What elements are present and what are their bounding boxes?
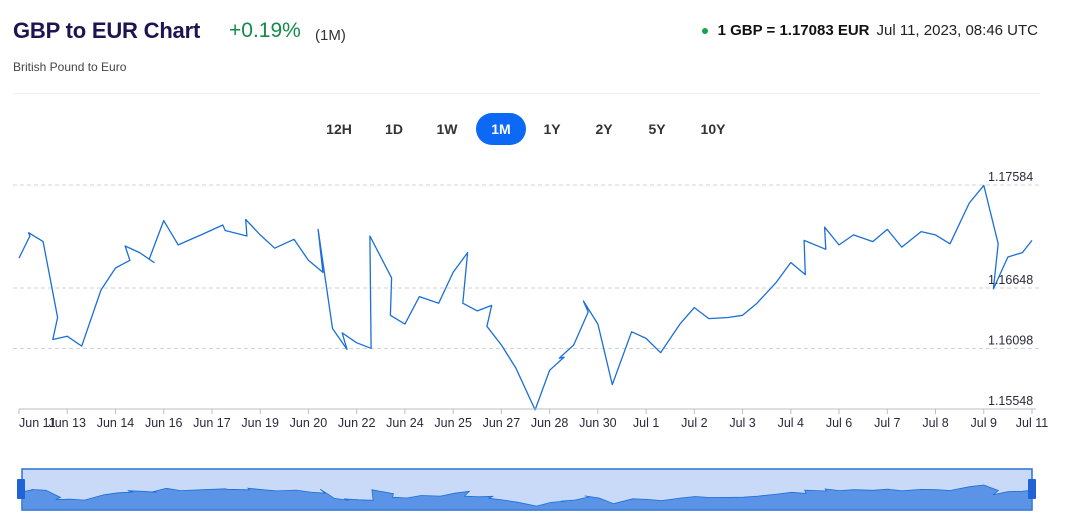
- x-tick-label: Jun 19: [241, 416, 279, 430]
- period-button-5y[interactable]: 5Y: [643, 113, 671, 145]
- chart-subtitle: British Pound to Euro: [13, 60, 127, 74]
- period-label: (1M): [315, 27, 346, 44]
- y-tick-label: 1.16098: [988, 333, 1033, 347]
- chart-series: [18, 184, 1033, 411]
- x-tick-label: Jun 20: [290, 416, 328, 430]
- chart-navigator[interactable]: [17, 468, 1036, 511]
- x-tick-label: Jun 17: [193, 416, 231, 430]
- x-tick-label: Jun 16: [145, 416, 183, 430]
- chart-axes: 1.175841.166481.160981.15548Jun 11Jun 13…: [18, 170, 1048, 430]
- y-tick-label: 1.16648: [988, 273, 1033, 287]
- period-button-10y[interactable]: 10Y: [696, 113, 730, 145]
- chart-title: GBP to EUR Chart: [13, 18, 201, 43]
- live-rate: 1 GBP = 1.17083 EUR Jul 11, 2023, 08:46 …: [701, 22, 1038, 39]
- x-tick-label: Jul 7: [874, 416, 900, 430]
- period-button-1d[interactable]: 1D: [380, 113, 408, 145]
- rate-timestamp: Jul 11, 2023, 08:46 UTC: [876, 22, 1038, 39]
- x-tick-label: Jun 28: [531, 416, 569, 430]
- x-tick-label: Jul 6: [826, 416, 852, 430]
- x-tick-label: Jun 30: [579, 416, 617, 430]
- change-percent: +0.19%: [229, 19, 301, 42]
- x-tick-label: Jul 11: [1016, 416, 1048, 430]
- navigator-handle-left[interactable]: [17, 479, 25, 499]
- y-tick-label: 1.15548: [988, 394, 1033, 408]
- period-button-1m[interactable]: 1M: [476, 113, 526, 145]
- x-tick-label: Jul 9: [971, 416, 997, 430]
- navigator-handle-right[interactable]: [1028, 479, 1036, 499]
- x-tick-label: Jun 27: [483, 416, 521, 430]
- x-tick-label: Jun 13: [48, 416, 86, 430]
- x-tick-label: Jul 4: [778, 416, 804, 430]
- x-tick-label: Jul 1: [633, 416, 659, 430]
- x-tick-label: Jun 22: [338, 416, 376, 430]
- chart-grid: [13, 184, 1040, 349]
- x-tick-label: Jul 2: [681, 416, 707, 430]
- rate-chart[interactable]: 1.175841.166481.160981.15548Jun 11Jun 13…: [0, 160, 1069, 515]
- period-button-2y[interactable]: 2Y: [590, 113, 618, 145]
- period-button-1y[interactable]: 1Y: [538, 113, 566, 145]
- x-tick-label: Jun 25: [434, 416, 472, 430]
- header-divider: [13, 93, 1040, 94]
- x-tick-label: Jun 14: [97, 416, 135, 430]
- x-tick-label: Jul 3: [729, 416, 755, 430]
- x-tick-label: Jul 8: [922, 416, 948, 430]
- y-tick-label: 1.17584: [988, 170, 1033, 184]
- live-dot-icon: [701, 27, 708, 34]
- series-line: [18, 184, 1033, 411]
- rate-value: 1 GBP = 1.17083 EUR: [717, 22, 870, 39]
- x-tick-label: Jun 24: [386, 416, 424, 430]
- period-button-12h[interactable]: 12H: [323, 113, 355, 145]
- period-button-1w[interactable]: 1W: [431, 113, 463, 145]
